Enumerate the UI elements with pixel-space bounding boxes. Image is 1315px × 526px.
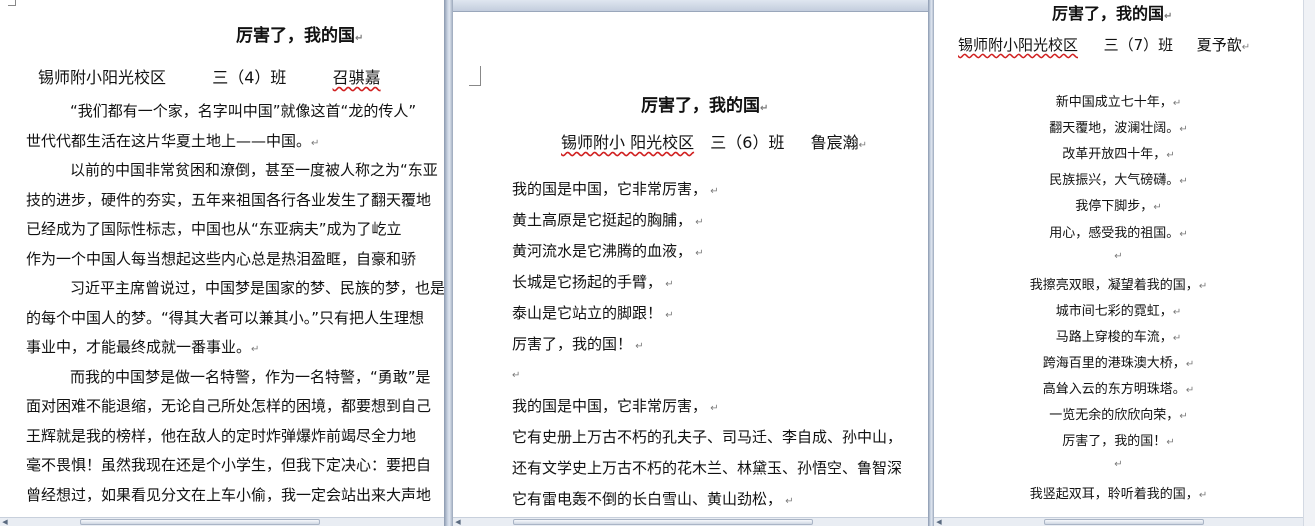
doc-title: 厉害了，我的国↵ (236, 26, 364, 46)
author-class: 三（7）班 (1103, 36, 1174, 54)
scroll-left-arrow-icon[interactable]: ◀ (0, 518, 10, 526)
poem-line: ↵ (1114, 250, 1123, 262)
author-name: 夏予歆 (1196, 36, 1242, 54)
scrollbar-thumb[interactable] (1044, 519, 1204, 525)
poem-line: 厉害了，我的国！ ↵ (512, 335, 644, 353)
scrollbar-thumb[interactable] (80, 519, 320, 525)
author-school: 锡师附小 阳光校区 (561, 133, 695, 152)
poem-line: 改革开放四十年，↵ (1062, 147, 1175, 163)
author-school: 锡师附小阳光校区 (38, 68, 167, 87)
scroll-left-arrow-icon[interactable]: ◀ (453, 518, 463, 526)
paragraph-line: 面对困难不能退缩，无论自己所处怎样的困境，都要想到自己 (26, 397, 432, 415)
poem-line: 长城是它扬起的手臂， ↵ (512, 273, 674, 291)
poem-line: 它有雷电轰不倒的长白雪山、黄山劲松， ↵ (512, 490, 794, 508)
paragraph-line: 王辉就是我的榜样，他在敌人的定时炸弹爆炸前竭尽全力地 (26, 426, 417, 445)
paragraph-line: “我们都有一个家，名字叫中国”就像这首“龙的传人” (70, 102, 417, 120)
paragraph-line: 作为一个中国人每当想起这些内心总是热泪盈眶，自豪和骄 (26, 249, 417, 268)
paragraph-line: 的每个中国人的梦。“得其大者可以兼其小。”只有把人生理想 (26, 308, 425, 327)
poem-line: 厉害了，我的国！↵ (1062, 434, 1175, 450)
doc-title: 厉害了，我的国↵ (1052, 4, 1173, 23)
doc-title: 厉害了，我的国↵ (641, 96, 769, 116)
poem-line: 还有文学史上万古不朽的花木兰、林黛玉、孙悟空、鲁智深 (512, 459, 903, 477)
paragraph-line: 技的进步，硬件的夯实，五年来祖国各行各业发生了翻天覆地 (26, 190, 432, 209)
vertical-scrollbar[interactable] (1303, 0, 1315, 526)
horizontal-scrollbar[interactable]: ◀ (0, 517, 444, 526)
author-class: 三（6）班 (710, 133, 785, 152)
author-name: 召骐嘉 (332, 68, 381, 87)
author-line: 锡师附小 阳光校区 三（6）班 鲁宸瀚↵ (561, 133, 868, 152)
paragraph-line: 事业中，才能最终成就一番事业。↵ (26, 338, 260, 356)
poem-line: 我竖起双耳，聆听着我的国，↵ (1029, 486, 1208, 502)
author-name: 鲁宸瀚 (810, 133, 859, 152)
poem-line: 民族振兴，大气磅礴。↵ (1049, 173, 1188, 189)
margin-corner-mark (469, 66, 481, 86)
poem-line: ↵ (512, 370, 521, 381)
paragraph-line: 已经成为了国际性标志，中国也从“东亚病夫”成为了屹立 (26, 220, 402, 238)
paragraph-line: 习近平主席曾说过，中国梦是国家的梦、民族的梦，也是 (70, 279, 444, 297)
poem-line: 它有史册上万古不朽的孔夫子、司马迁、李自成、孙中山， (512, 428, 903, 446)
poem-line: ↵ (1114, 459, 1123, 471)
poem-line: 马路上穿梭的车流，↵ (1055, 329, 1182, 345)
author-line: 锡师附小阳光校区 三（4）班 召骐嘉 (38, 64, 381, 88)
author-line: 锡师附小阳光校区 三（7）班 夏予歆↵ (958, 36, 1251, 54)
poem-line: 我停下脚步，↵ (1075, 199, 1162, 215)
poem-line: 新中国成立七十年，↵ (1055, 95, 1182, 110)
horizontal-scrollbar[interactable]: ◀ (934, 517, 1303, 526)
document-pane-left[interactable]: 厉害了，我的国↵ 锡师附小阳光校区 三（4）班 召骐嘉 “我们都有一个家，名字叫… (0, 0, 444, 526)
paragraph-line: 曾经想过，如果看见分文在上车小偷，我一定会站出来大声地 (26, 485, 432, 504)
horizontal-scrollbar[interactable]: ◀ (453, 517, 928, 526)
poem-line: 跨海百里的港珠澳大桥，↵ (1042, 356, 1195, 371)
margin-corner-mark (8, 0, 16, 6)
paragraph-line: 以前的中国非常贫困和潦倒，甚至一度被人称之为“东亚 (70, 161, 438, 179)
pane-top-bar (453, 0, 928, 12)
poem-line: 我的国是中国，它非常厉害， ↵ (512, 397, 719, 415)
paragraph-line: 世代代都生活在这片华夏土地上——中国。↵ (26, 131, 320, 150)
scroll-left-arrow-icon[interactable]: ◀ (934, 518, 944, 526)
poem-line: 我的国是中国，它非常厉害， ↵ (512, 180, 719, 198)
paragraph-line: 而我的中国梦是做一名特警，作为一名特警，“勇敢”是 (70, 367, 431, 386)
scrollbar-thumb[interactable] (513, 519, 813, 525)
poem-line: 黄土高原是它挺起的胸脯， ↵ (512, 211, 704, 229)
author-class: 三（4）班 (212, 68, 287, 87)
poem-line: 黄河流水是它沸腾的血液， ↵ (512, 242, 704, 260)
poem-line: 一览无余的欣欣向荣，↵ (1049, 408, 1188, 424)
poem-line: 翻天覆地，波澜壮阔。↵ (1049, 121, 1188, 137)
poem-line: 用心，感受我的祖国。↵ (1049, 225, 1188, 241)
poem-line: 城市间七彩的霓虹，↵ (1055, 303, 1182, 319)
document-pane-right[interactable]: 厉害了，我的国↵ 锡师附小阳光校区 三（7）班 夏予歆↵ 新中国成立七十年，↵ 翻… (934, 0, 1315, 526)
poem-line: 高耸入云的东方明珠塔。↵ (1042, 382, 1195, 398)
paragraph-line: 毫不畏惧！虽然我现在还是个小学生，但我下定决心：要把自 (26, 456, 432, 474)
author-school: 锡师附小阳光校区 (958, 36, 1079, 54)
pane-splitter[interactable] (444, 0, 453, 526)
poem-line: 泰山是它站立的脚跟！ ↵ (512, 304, 674, 322)
poem-line: 我擦亮双眼，凝望着我的国，↵ (1029, 277, 1208, 293)
document-pane-middle[interactable]: 厉害了，我的国↵ 锡师附小 阳光校区 三（6）班 鲁宸瀚↵ 我的国是中国，它非常… (453, 0, 928, 526)
